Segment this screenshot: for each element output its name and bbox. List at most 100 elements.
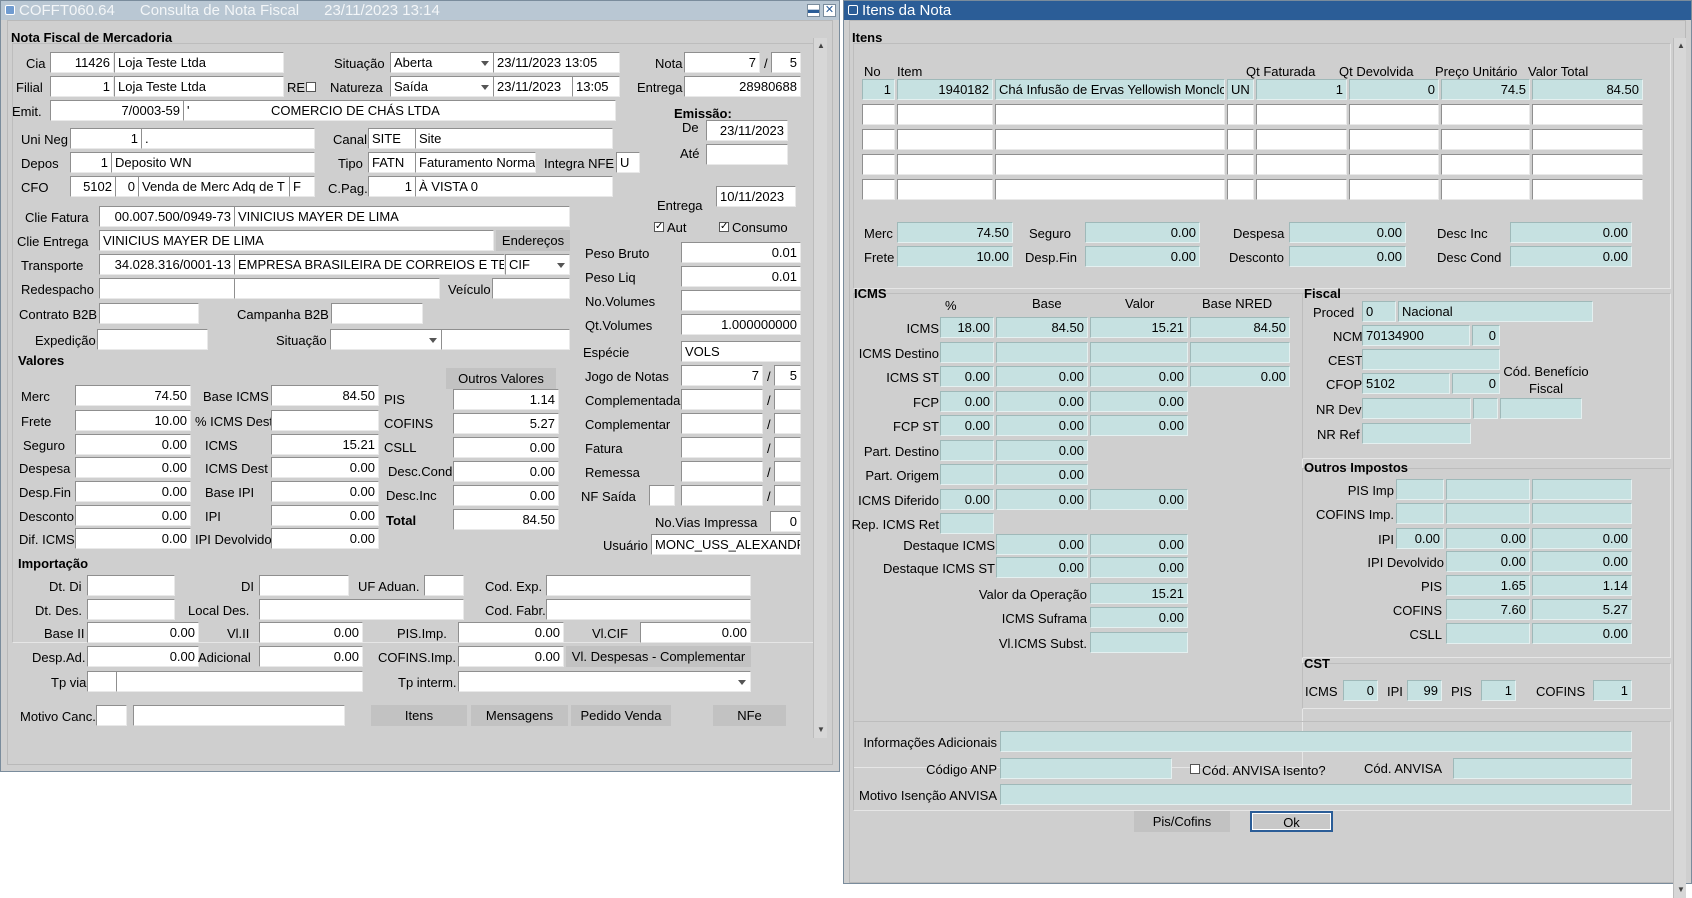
- cod-fabr-field[interactable]: [546, 599, 751, 620]
- cia-code-field[interactable]: 11426: [50, 52, 114, 73]
- row-desc-cell[interactable]: [995, 154, 1225, 175]
- desp-ad-field[interactable]: 0.00: [87, 646, 199, 667]
- complementar-serie-field[interactable]: [774, 413, 801, 434]
- emit-name-field[interactable]: ' COMERCIO DE CHÁS LTDA: [183, 100, 616, 121]
- right-scrollbar[interactable]: ▲ ▼: [1673, 38, 1686, 898]
- cofins-imp-field[interactable]: 0.00: [458, 646, 564, 667]
- icms-row-pct-field[interactable]: [940, 464, 994, 485]
- icms-suframa-field[interactable]: 0.00: [1090, 607, 1188, 628]
- remessa-serie-field[interactable]: [774, 461, 801, 482]
- emissao-ate-field[interactable]: [706, 144, 788, 165]
- row-desc-cell[interactable]: Chá Infusão de Ervas Yellowish Monclc: [995, 79, 1225, 100]
- icms-row-pct-field[interactable]: 0.00: [940, 366, 994, 387]
- row-un-cell[interactable]: UN: [1227, 79, 1254, 100]
- icms-row-base-field[interactable]: 0.00: [996, 415, 1088, 436]
- cest-field[interactable]: [1362, 349, 1500, 370]
- oi-pis-valor-field[interactable]: 1.14: [1532, 575, 1632, 596]
- it-desconto-field[interactable]: 0.00: [1289, 246, 1406, 267]
- motivo-isencao-field[interactable]: [1000, 784, 1632, 805]
- proced-name-field[interactable]: Nacional: [1398, 301, 1593, 322]
- row-no-cell[interactable]: [862, 129, 895, 150]
- it-despfin-field[interactable]: 0.00: [1085, 246, 1200, 267]
- valores-frete-field[interactable]: 10.00: [75, 410, 191, 431]
- oi-ipi-dev-valor-field[interactable]: 0.00: [1532, 551, 1632, 572]
- row-code-cell[interactable]: [897, 104, 993, 125]
- tp-via-desc-field[interactable]: [116, 671, 363, 692]
- entrega2-field[interactable]: 10/11/2023: [716, 186, 796, 207]
- row-qtfat-cell[interactable]: [1256, 154, 1347, 175]
- itens-button[interactable]: Itens: [371, 705, 467, 726]
- situacao2-text-field[interactable]: [441, 329, 570, 350]
- cst-cofins-field[interactable]: 1: [1593, 680, 1632, 701]
- it-descinc-field[interactable]: 0.00: [1510, 222, 1632, 243]
- cpag-code-field[interactable]: 1: [368, 176, 416, 197]
- destaque-icms-st-base[interactable]: 0.00: [996, 557, 1088, 578]
- icms-row-base-field[interactable]: 0.00: [996, 489, 1088, 510]
- fatura-serie-field[interactable]: [774, 437, 801, 458]
- no-volumes-field[interactable]: [681, 290, 801, 311]
- motivo-canc-code-field[interactable]: [96, 705, 127, 726]
- table-row[interactable]: 1 1940182 Chá Infusão de Ervas Yellowish…: [850, 79, 1670, 101]
- re-checkbox[interactable]: [306, 82, 316, 92]
- cfop-seq-field[interactable]: 0: [1452, 373, 1500, 394]
- row-qtdev-cell[interactable]: 0: [1349, 79, 1439, 100]
- ncm-ex-field[interactable]: 0: [1472, 325, 1500, 346]
- consumo-checkbox[interactable]: ✓: [719, 222, 729, 232]
- cofins-imp-b-field[interactable]: [1446, 503, 1530, 524]
- icms-row-pct-field[interactable]: 0.00: [940, 415, 994, 436]
- enderecos-button[interactable]: Endereços: [496, 230, 570, 251]
- icms-dest-pct-field[interactable]: [271, 410, 379, 431]
- pis-imp-b-field[interactable]: [1446, 479, 1530, 500]
- csll-field[interactable]: 0.00: [453, 437, 559, 458]
- dt-des-field[interactable]: [87, 599, 175, 620]
- fatura-field[interactable]: [681, 437, 763, 458]
- row-un-cell[interactable]: [1227, 154, 1254, 175]
- situacao-select[interactable]: Aberta: [390, 52, 494, 73]
- natureza-time-field[interactable]: 13:05: [572, 76, 620, 97]
- entrega-field[interactable]: 28980688: [684, 76, 801, 97]
- icms-field[interactable]: 15.21: [271, 434, 379, 455]
- row-preco-cell[interactable]: 74.5: [1441, 79, 1530, 100]
- adicional-field[interactable]: 0.00: [259, 646, 363, 667]
- row-code-cell[interactable]: 1940182: [897, 79, 993, 100]
- nota-serie-field[interactable]: 5: [771, 52, 801, 73]
- cod-anvisa-field[interactable]: [1453, 758, 1632, 779]
- row-qtfat-cell[interactable]: [1256, 104, 1347, 125]
- canal-code-field[interactable]: SITE: [368, 128, 416, 149]
- valores-desconto-field[interactable]: 0.00: [75, 505, 191, 526]
- icms-row-base-field[interactable]: 0.00: [996, 366, 1088, 387]
- icms-row-nred-field[interactable]: 84.50: [1190, 317, 1290, 338]
- oi-csll-valor-field[interactable]: 0.00: [1532, 623, 1632, 644]
- table-row[interactable]: [850, 104, 1670, 126]
- icms-row-base-field[interactable]: 0.00: [996, 391, 1088, 412]
- row-qtfat-cell[interactable]: [1256, 179, 1347, 200]
- base-ii-field[interactable]: 0.00: [87, 622, 199, 643]
- row-un-cell[interactable]: [1227, 179, 1254, 200]
- row-preco-cell[interactable]: [1441, 154, 1530, 175]
- close-icon[interactable]: ✕: [823, 4, 836, 17]
- motivo-canc-desc-field[interactable]: [133, 705, 345, 726]
- pis-imp-field[interactable]: 0.00: [458, 622, 564, 643]
- transporte-doc-field[interactable]: 34.028.316/0001-13: [99, 254, 235, 275]
- uf-aduan-field[interactable]: [424, 575, 464, 596]
- it-merc-field[interactable]: 74.50: [897, 222, 1013, 243]
- icms-dest-field[interactable]: 0.00: [271, 457, 379, 478]
- integra-field[interactable]: U: [616, 152, 640, 173]
- row-desc-cell[interactable]: [995, 129, 1225, 150]
- scroll-up-icon[interactable]: ▲: [816, 41, 826, 51]
- especie-field[interactable]: VOLS: [681, 341, 801, 362]
- vl-cif-field[interactable]: 0.00: [640, 622, 751, 643]
- cpag-name-field[interactable]: À VISTA 0: [415, 176, 613, 197]
- icms-row-valor-field[interactable]: 0.00: [1090, 391, 1188, 412]
- peso-bruto-field[interactable]: 0.01: [681, 242, 801, 263]
- cfo-code-field[interactable]: 5102: [70, 176, 116, 197]
- row-qtfat-cell[interactable]: 1: [1256, 79, 1347, 100]
- row-un-cell[interactable]: [1227, 129, 1254, 150]
- redespacho-name-field[interactable]: [234, 278, 440, 299]
- row-no-cell[interactable]: [862, 104, 895, 125]
- row-un-cell[interactable]: [1227, 104, 1254, 125]
- table-row[interactable]: [850, 129, 1670, 151]
- row-desc-cell[interactable]: [995, 179, 1225, 200]
- anvisa-isento-checkbox[interactable]: [1190, 764, 1200, 774]
- qt-volumes-field[interactable]: 1.000000000: [681, 314, 801, 335]
